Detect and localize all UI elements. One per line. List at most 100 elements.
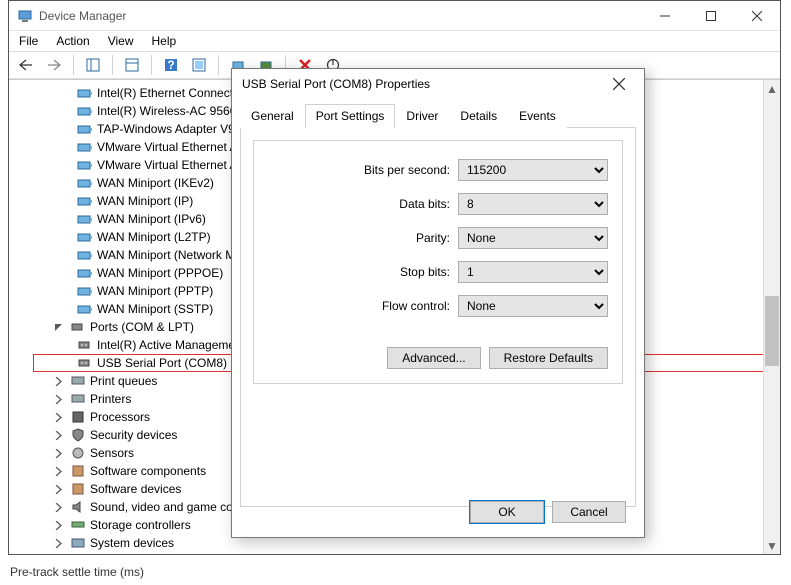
tree-item-label: Processors (90, 410, 150, 424)
expand-icon[interactable] (53, 466, 64, 477)
network-adapter-icon (77, 301, 93, 317)
expand-icon[interactable] (53, 394, 64, 405)
category-icon (70, 499, 86, 515)
tab-events[interactable]: Events (508, 104, 567, 128)
stopbits-select[interactable]: 1 (458, 261, 608, 283)
category-icon (70, 517, 86, 533)
expand-icon[interactable] (53, 484, 64, 495)
expand-icon[interactable] (53, 448, 64, 459)
tree-item-label: WAN Miniport (IPv6) (97, 212, 206, 226)
tree-item-label: Software components (90, 464, 206, 478)
tree-item-label: Intel(R) Ethernet Connection (97, 86, 249, 100)
network-adapter-icon (77, 265, 93, 281)
network-adapter-icon (77, 229, 93, 245)
parity-select[interactable]: None (458, 227, 608, 249)
menubar: File Action View Help (9, 31, 780, 51)
network-adapter-icon (77, 283, 93, 299)
network-adapter-icon (77, 247, 93, 263)
network-adapter-icon (77, 85, 93, 101)
menu-view[interactable]: View (108, 34, 134, 48)
parity-label: Parity: (416, 231, 450, 245)
port-icon (77, 355, 93, 371)
tree-item-label: Security devices (90, 428, 177, 442)
flow-select[interactable]: None (458, 295, 608, 317)
menu-action[interactable]: Action (56, 34, 89, 48)
back-button[interactable] (15, 54, 37, 76)
tree-item-label: WAN Miniport (PPPOE) (97, 266, 223, 280)
menu-help[interactable]: Help (152, 34, 177, 48)
tree-item-label: Software devices (90, 482, 181, 496)
tree-item-label: WAN Miniport (IP) (97, 194, 193, 208)
dialog-close-button[interactable] (604, 69, 634, 99)
tab-panel: Bits per second: 115200 Data bits: 8 Par… (240, 127, 636, 507)
properties-button[interactable] (121, 54, 143, 76)
category-icon (70, 535, 86, 551)
network-adapter-icon (77, 193, 93, 209)
forward-button[interactable] (43, 54, 65, 76)
tree-item-label: TAP-Windows Adapter V9 (97, 122, 235, 136)
category-icon (70, 481, 86, 497)
tab-general[interactable]: General (240, 104, 305, 128)
category-icon (70, 391, 86, 407)
scroll-down-icon[interactable]: ▼ (764, 537, 780, 554)
tree-item-label: Print queues (90, 374, 157, 388)
window-controls (642, 1, 780, 30)
dialog-title: USB Serial Port (COM8) Properties (242, 77, 604, 91)
dialog-titlebar: USB Serial Port (COM8) Properties (232, 69, 644, 99)
category-icon (70, 463, 86, 479)
tree-item-label: WAN Miniport (IKEv2) (97, 176, 214, 190)
properties-dialog: USB Serial Port (COM8) Properties Genera… (231, 68, 645, 538)
tab-details[interactable]: Details (449, 104, 508, 128)
expand-icon[interactable] (53, 376, 64, 387)
databits-label: Data bits: (399, 197, 450, 211)
show-hide-tree-button[interactable] (82, 54, 104, 76)
tab-port-settings[interactable]: Port Settings (305, 104, 396, 128)
window-title: Device Manager (39, 9, 642, 23)
tree-item-label: Ports (COM & LPT) (90, 320, 194, 334)
bps-select[interactable]: 115200 (458, 159, 608, 181)
advanced-button[interactable]: Advanced... (387, 347, 480, 369)
ports-icon (70, 319, 86, 335)
expand-icon[interactable] (53, 538, 64, 549)
tree-item-label: Storage controllers (90, 518, 191, 532)
svg-text:?: ? (167, 58, 174, 72)
maximize-button[interactable] (688, 1, 734, 30)
category-icon (70, 409, 86, 425)
tree-item-label: WAN Miniport (Network M (97, 248, 235, 262)
expand-icon[interactable] (53, 412, 64, 423)
tree-item-label: WAN Miniport (PPTP) (97, 284, 213, 298)
collapse-icon[interactable] (53, 322, 64, 333)
minimize-button[interactable] (642, 1, 688, 30)
expand-icon[interactable] (53, 502, 64, 513)
titlebar: Device Manager (9, 1, 780, 31)
scan-button[interactable] (188, 54, 210, 76)
expand-icon[interactable] (53, 430, 64, 441)
help-button[interactable]: ? (160, 54, 182, 76)
scroll-up-icon[interactable]: ▲ (764, 80, 780, 97)
tree-item-label: WAN Miniport (L2TP) (97, 230, 211, 244)
tree-item-label: Intel(R) Wireless-AC 9560 1 (97, 104, 246, 118)
tree-item-label: USB Serial Port (COM8) (97, 356, 227, 370)
expand-icon[interactable] (53, 520, 64, 531)
menu-file[interactable]: File (19, 34, 38, 48)
databits-select[interactable]: 8 (458, 193, 608, 215)
port-icon (77, 337, 93, 353)
category-icon (70, 373, 86, 389)
tree-item-label: WAN Miniport (SSTP) (97, 302, 213, 316)
app-icon (17, 8, 33, 24)
cancel-button[interactable]: Cancel (552, 501, 626, 523)
stopbits-label: Stop bits: (400, 265, 450, 279)
close-button[interactable] (734, 1, 780, 30)
restore-defaults-button[interactable]: Restore Defaults (489, 347, 608, 369)
scroll-thumb[interactable] (765, 296, 779, 366)
tab-driver[interactable]: Driver (395, 104, 449, 128)
tree-item-label: VMware Virtual Ethernet Ad (97, 140, 244, 154)
network-adapter-icon (77, 157, 93, 173)
category-icon (70, 445, 86, 461)
bps-label: Bits per second: (364, 163, 450, 177)
network-adapter-icon (77, 121, 93, 137)
vertical-scrollbar[interactable]: ▲ ▼ (763, 80, 780, 554)
tree-item-label: Sensors (90, 446, 134, 460)
ok-button[interactable]: OK (470, 501, 544, 523)
tree-item-label: System devices (90, 536, 174, 550)
